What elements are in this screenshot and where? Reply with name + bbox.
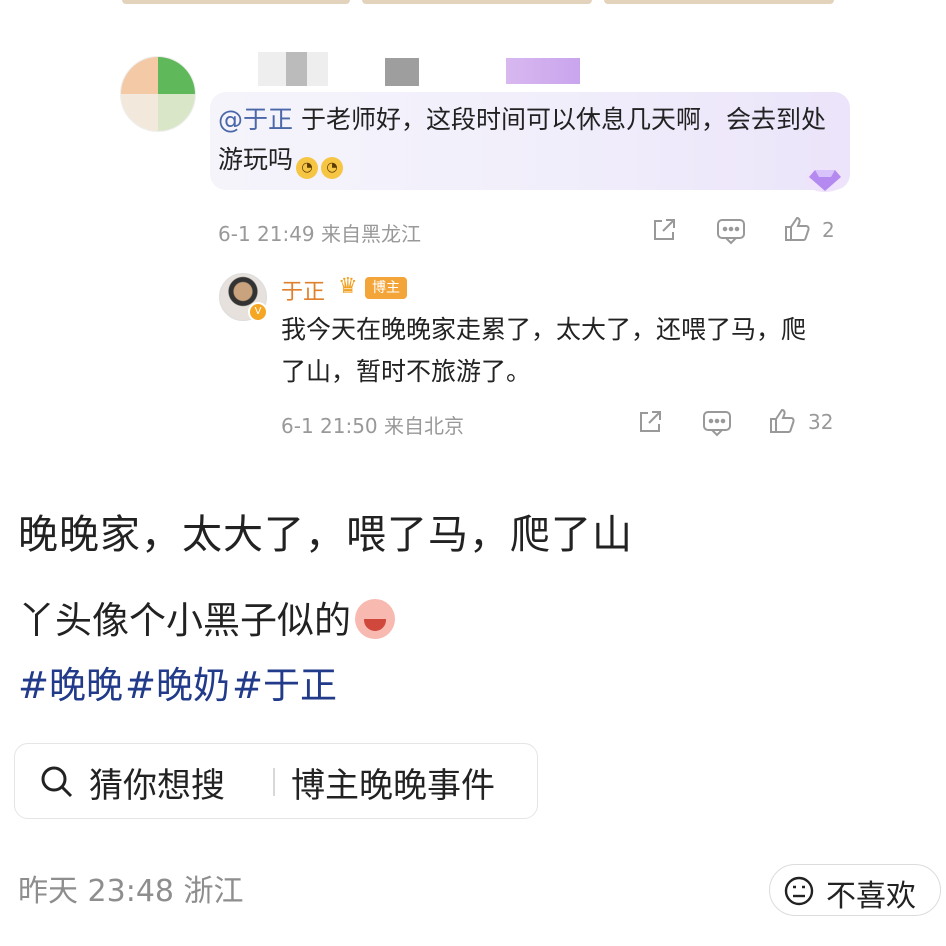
blurred-username (385, 58, 419, 86)
mention-link[interactable]: @于正 (218, 105, 293, 134)
reply-author-name[interactable]: 于正 (281, 274, 325, 306)
search-icon (41, 766, 73, 798)
hashtag-link[interactable]: #晚奶 (125, 664, 230, 707)
like-count: 32 (808, 410, 834, 434)
smirk-emoji-icon: ◔ (296, 157, 319, 179)
crown-icon: ♛ (338, 274, 358, 299)
commenter-avatar[interactable] (120, 56, 196, 132)
image-thumbnail[interactable] (362, 0, 592, 4)
smirk-emoji-icon: ◔ (321, 157, 344, 179)
search-suggestion-term[interactable]: 博主晚晚事件 (291, 758, 495, 807)
previous-images-strip (0, 0, 946, 6)
author-avatar[interactable]: V (219, 273, 268, 322)
divider (273, 768, 275, 796)
blurred-badge (506, 58, 580, 84)
hashtag-list: #晚晚#晚奶#于正 (18, 655, 339, 709)
comment-icon[interactable] (716, 217, 746, 245)
reply-text: 我今天在晚晚家走累了，太大了，还喂了马，爬了山，暂时不旅游了。 (281, 315, 807, 386)
image-thumbnail[interactable] (604, 0, 834, 4)
blurred-username (258, 52, 328, 86)
image-thumbnail[interactable] (122, 0, 350, 4)
post-text-line2: 丫头像个小黑子似的 (18, 590, 395, 644)
dislike-button[interactable]: 不喜欢 (769, 864, 941, 916)
comment-meta: 6-1 21:49 来自黑龙江 (218, 222, 422, 246)
hashtag-link[interactable]: #晚晚 (18, 664, 123, 707)
post-text-line1: 晚晚家，太大了，喂了马，爬了山 (18, 512, 633, 558)
like-icon[interactable] (768, 407, 796, 435)
neutral-face-icon (784, 876, 814, 906)
post-text-line2-body: 丫头像个小黑子似的 (18, 599, 351, 642)
hashtag-link[interactable]: #于正 (232, 664, 337, 707)
verified-badge-icon: V (248, 302, 268, 322)
like-icon[interactable] (783, 215, 811, 243)
comment-text: @于正 于老师好，这段时间可以休息几天啊，会去到处游玩吗 ◔ ◔ (218, 100, 828, 180)
dislike-label: 不喜欢 (826, 879, 916, 914)
search-prefix: 猜你想搜 (89, 766, 225, 806)
laughing-emoji-icon (355, 599, 395, 639)
reply-meta: 6-1 21:50 来自北京 (281, 414, 465, 438)
like-count: 2 (822, 218, 835, 242)
diamond-icon (805, 168, 845, 192)
search-suggestion-box[interactable]: 猜你想搜 博主晚晚事件 (14, 743, 538, 819)
comment-icon[interactable] (702, 409, 732, 437)
author-badge: 博主 (365, 277, 407, 299)
share-icon[interactable] (636, 408, 664, 436)
post-meta: 昨天 23:48 浙江 (18, 874, 244, 909)
share-icon[interactable] (650, 216, 678, 244)
